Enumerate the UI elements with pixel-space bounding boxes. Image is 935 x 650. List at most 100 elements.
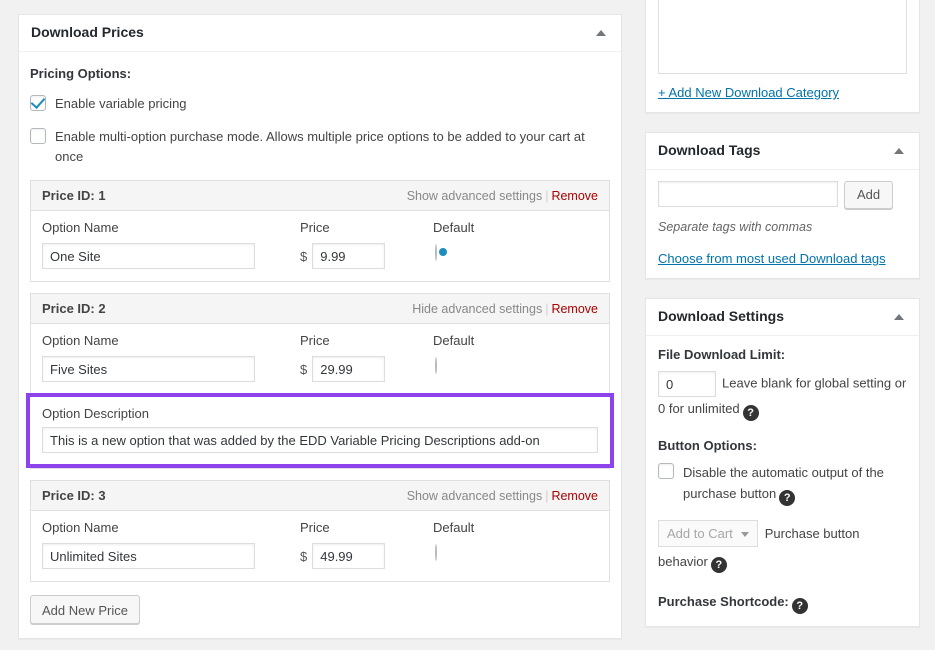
triangle-up-glyph (596, 30, 606, 36)
download-tags-header[interactable]: Download Tags (646, 133, 919, 170)
help-icon[interactable]: ? (779, 490, 796, 507)
default-radio-cell (433, 356, 523, 375)
remove-price-link[interactable]: Remove (551, 189, 598, 203)
disable-auto-output-row[interactable]: Disable the automatic output of the purc… (658, 462, 907, 507)
purchase-button-behavior-value: Add to Cart (667, 526, 733, 542)
help-icon[interactable]: ? (791, 597, 808, 614)
enable-variable-pricing-row[interactable]: Enable variable pricing (30, 94, 610, 114)
option-name-field: Option Name (42, 333, 289, 383)
download-categories-body: Category 1 Category II + Add New Downloa… (646, 0, 919, 112)
triangle-up-icon[interactable] (889, 307, 909, 327)
file-download-limit-input[interactable] (658, 371, 716, 397)
download-tags-box: Download Tags Add Separate tags with com… (645, 132, 920, 279)
default-label: Default (433, 220, 475, 236)
price-label: Price (300, 220, 330, 236)
show-advanced-settings-link[interactable]: Show advanced settings (407, 189, 543, 203)
remove-price-link[interactable]: Remove (551, 302, 598, 316)
default-price-radio[interactable] (435, 357, 437, 375)
purchase-button-behavior-select[interactable]: Add to Cart (658, 520, 758, 548)
price-id-label: Price ID: 2 (42, 301, 106, 317)
download-settings-body: File Download Limit: Leave blank for glo… (646, 336, 919, 626)
add-tag-button[interactable]: Add (844, 181, 894, 209)
download-settings-title: Download Settings (658, 308, 784, 325)
price-input[interactable] (312, 356, 386, 383)
option-name-input[interactable] (42, 356, 255, 383)
triangle-up-icon[interactable] (591, 23, 611, 43)
price-label: Price (300, 520, 330, 536)
price-row-header: Price ID: 2 Hide advanced settings | Remov… (31, 294, 609, 325)
action-separator: | (545, 188, 549, 203)
currency-symbol: $ (300, 361, 308, 377)
price-row: Price ID: 2 Hide advanced settings | Remov… (26, 293, 614, 470)
button-options-label: Button Options: (658, 437, 757, 453)
price-input[interactable] (312, 243, 386, 270)
option-description-highlight: Option Description (26, 393, 614, 469)
option-name-input[interactable] (42, 543, 255, 570)
help-icon[interactable]: ? (710, 557, 727, 574)
triangle-up-glyph (894, 314, 904, 320)
price-row-header: Price ID: 1 Show advanced settings | Remov… (31, 181, 609, 212)
price-row-actions: Hide advanced settings | Remove (412, 302, 598, 316)
download-prices-header[interactable]: Download Prices (19, 15, 621, 52)
download-tags-title: Download Tags (658, 142, 761, 159)
default-radio-cell (433, 243, 523, 262)
triangle-up-icon[interactable] (889, 141, 909, 161)
option-name-field: Option Name (42, 220, 289, 270)
add-new-download-category-link[interactable]: + Add New Download Category (658, 85, 839, 100)
enable-multi-option-label: Enable multi-option purchase mode. Allow… (55, 129, 585, 165)
option-description-label: Option Description (42, 406, 149, 422)
category-list[interactable]: Category 1 Category II (658, 0, 907, 74)
default-field: Default (433, 333, 523, 375)
price-row-fields: Option Name Price $ Default (31, 511, 609, 581)
price-row-actions: Show advanced settings | Remove (407, 489, 598, 503)
hide-advanced-settings-link[interactable]: Hide advanced settings (412, 302, 542, 316)
add-new-price-button[interactable]: Add New Price (30, 595, 140, 625)
action-separator: | (545, 301, 549, 316)
option-description-field: Option Description (30, 397, 610, 464)
price-input[interactable] (312, 543, 386, 570)
tag-entry-row: Add (658, 181, 907, 209)
currency-symbol: $ (300, 248, 308, 264)
price-label: Price (300, 333, 330, 349)
download-settings-header[interactable]: Download Settings (646, 299, 919, 336)
option-description-input[interactable] (42, 427, 598, 454)
download-categories-box: Category 1 Category II + Add New Downloa… (645, 0, 920, 113)
download-tags-body: Add Separate tags with commas Choose fro… (646, 170, 919, 278)
price-row-header: Price ID: 3 Show advanced settings | Remov… (31, 481, 609, 512)
price-input-wrap: $ (300, 543, 420, 570)
enable-multi-option-row[interactable]: Enable multi-option purchase mode. Allow… (30, 127, 610, 167)
purchase-shortcode-label: Purchase Shortcode: (658, 593, 789, 609)
purchase-shortcode-row: Purchase Shortcode:? (658, 594, 907, 614)
file-download-limit-label: File Download Limit: (658, 347, 786, 362)
currency-symbol: $ (300, 548, 308, 564)
enable-variable-pricing-checkbox[interactable] (30, 95, 46, 111)
enable-variable-pricing-label: Enable variable pricing (55, 96, 187, 111)
option-name-input[interactable] (42, 243, 255, 270)
page-title: Download Prices (31, 24, 144, 41)
pricing-options-label: Pricing Options: (30, 66, 132, 81)
price-field: Price $ (300, 520, 420, 570)
price-input-wrap: $ (300, 243, 420, 270)
download-settings-box: Download Settings File Download Limit: L… (645, 298, 920, 627)
price-row-fields: Option Name Price $ Default (31, 324, 609, 394)
help-icon[interactable]: ? (742, 405, 759, 421)
default-price-radio[interactable] (435, 244, 437, 262)
download-prices-panel: Download Prices Pricing Options: Enable … (18, 14, 622, 640)
file-download-limit-row: Leave blank for global setting or 0 for … (658, 371, 907, 422)
remove-price-link[interactable]: Remove (551, 489, 598, 503)
price-field: Price $ (300, 220, 420, 270)
chevron-down-icon (740, 531, 749, 537)
default-price-radio[interactable] (435, 544, 437, 562)
tag-input[interactable] (658, 181, 838, 207)
choose-most-used-tags-link[interactable]: Choose from most used Download tags (658, 251, 886, 266)
price-id-label: Price ID: 1 (42, 188, 106, 204)
enable-multi-option-checkbox[interactable] (30, 128, 46, 145)
download-prices-postbox: Download Prices Pricing Options: Enable … (18, 14, 622, 640)
option-name-label: Option Name (42, 220, 119, 236)
tag-hint-text: Separate tags with commas (658, 220, 813, 234)
disable-auto-output-checkbox[interactable] (658, 462, 674, 479)
default-label: Default (433, 333, 475, 349)
show-advanced-settings-link[interactable]: Show advanced settings (407, 489, 543, 503)
default-field: Default (433, 520, 523, 562)
price-input-wrap: $ (300, 356, 420, 383)
